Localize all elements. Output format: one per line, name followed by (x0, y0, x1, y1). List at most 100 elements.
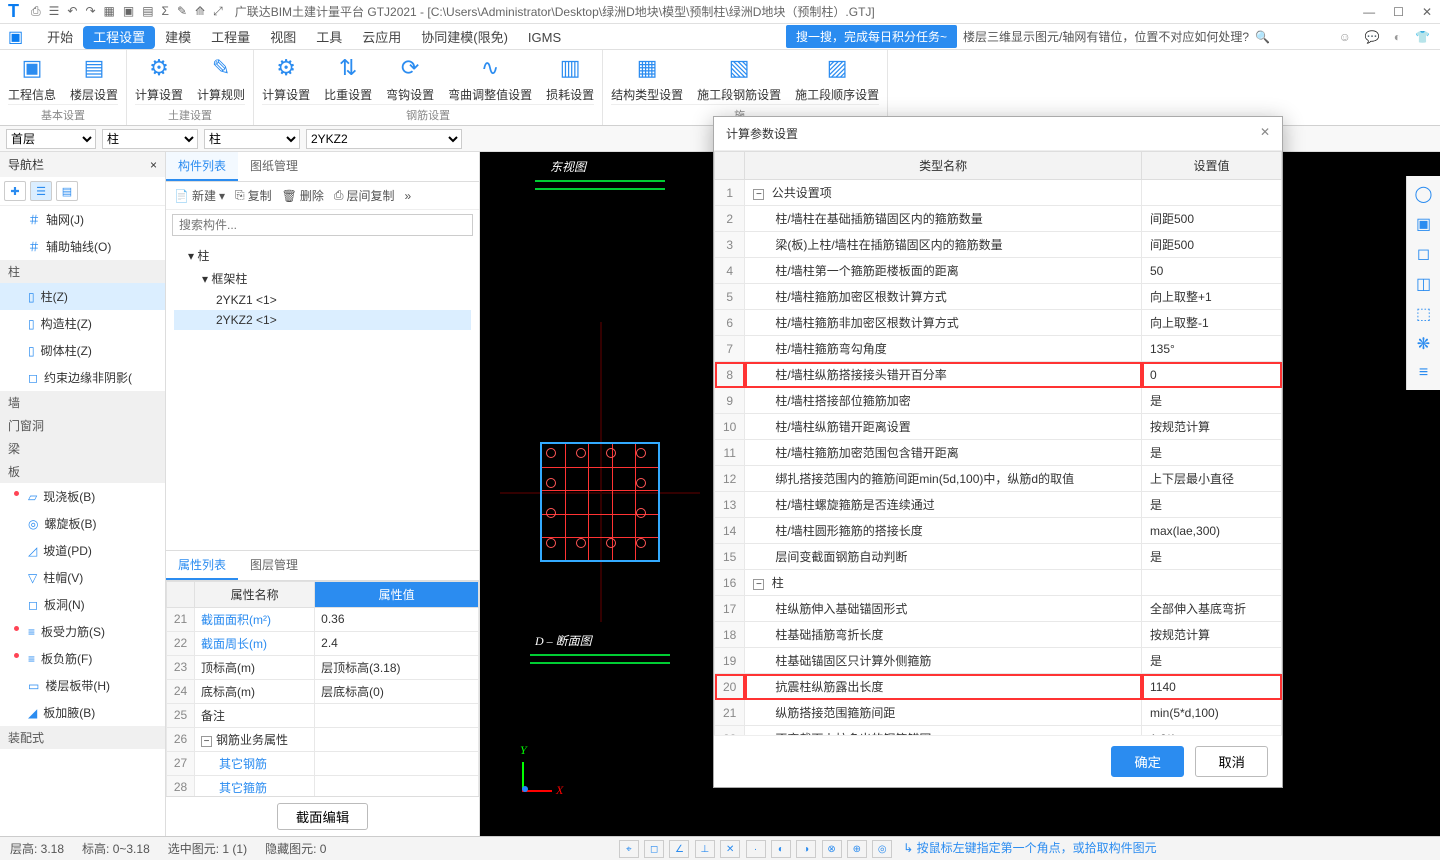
ribbon-button[interactable]: ∿弯曲调整值设置 (448, 54, 532, 104)
nav-item[interactable]: ▯构造柱(Z) (0, 310, 165, 337)
sb-tool[interactable]: ⊕ (847, 840, 867, 858)
collapse-icon[interactable]: × (150, 158, 157, 172)
tree-node[interactable]: ▾ 柱 (174, 244, 471, 267)
search-icon[interactable]: 🔍 (1255, 30, 1270, 44)
param-row[interactable]: 18柱基础插筋弯折长度按规范计算 (715, 622, 1282, 648)
qat-icon[interactable]: ⎙ (31, 4, 41, 19)
prop-row[interactable]: 24底标高(m)层底标高(0) (167, 679, 479, 703)
tool-icon[interactable]: ◻ (1411, 244, 1436, 264)
ribbon-button[interactable]: ⚙计算设置 (135, 54, 183, 104)
param-row[interactable]: 21纵筋搭接范围箍筋间距min(5*d,100) (715, 700, 1282, 726)
prop-row[interactable]: 28其它箍筋 (167, 775, 479, 796)
search-hint[interactable]: 搜一搜，完成每日积分任务~ (786, 25, 957, 48)
qat-icon[interactable]: ▤ (142, 4, 153, 19)
param-row[interactable]: 13柱/墙柱螺旋箍筋是否连续通过是 (715, 492, 1282, 518)
param-row[interactable]: 12绑扎搭接范围内的箍筋间距min(5d,100)中，纵筋d的取值上下层最小直径 (715, 466, 1282, 492)
param-row[interactable]: 19柱基础锚固区只计算外侧箍筋是 (715, 648, 1282, 674)
nav-item[interactable]: ◎螺旋板(B) (0, 510, 165, 537)
close-icon[interactable]: ✕ (1422, 5, 1432, 19)
nav-item[interactable]: ≡板负筋(F) (0, 645, 165, 672)
nav-item[interactable]: ▽柱帽(V) (0, 564, 165, 591)
sb-tool[interactable]: · (746, 840, 766, 858)
tab-component-list[interactable]: 构件列表 (166, 152, 238, 181)
type-select[interactable]: 柱 (204, 129, 300, 149)
view-mode-2[interactable]: ☰ (30, 181, 52, 201)
tool-icon[interactable]: ≡ (1411, 364, 1436, 382)
param-row[interactable]: 11柱/墙柱箍筋加密范围包含错开距离是 (715, 440, 1282, 466)
menu-tab[interactable]: 工程设置 (83, 26, 155, 49)
ribbon-button[interactable]: ▥损耗设置 (546, 54, 594, 104)
param-row[interactable]: 20抗震柱纵筋露出长度1140 (715, 674, 1282, 700)
menu-tab[interactable]: 工程量 (201, 26, 260, 49)
qat-icon[interactable]: ▦ (104, 4, 115, 19)
tree-leaf[interactable]: 2YKZ1 <1> (174, 290, 471, 310)
param-row[interactable]: 9柱/墙柱搭接部位箍筋加密是 (715, 388, 1282, 414)
sb-tool[interactable]: ◑ (796, 840, 816, 858)
dialog-close-icon[interactable]: ✕ (1260, 125, 1270, 142)
param-row[interactable]: 15层间变截面钢筋自动判断是 (715, 544, 1282, 570)
tree-node[interactable]: ▾ 框架柱 (174, 267, 471, 290)
new-button[interactable]: 📄 新建 ▾ (174, 187, 225, 204)
tool-icon[interactable]: ❋ (1411, 334, 1436, 354)
param-row[interactable]: 10柱/墙柱纵筋错开距离设置按规范计算 (715, 414, 1282, 440)
menu-tab[interactable]: 开始 (37, 26, 83, 49)
prop-row[interactable]: 25备注 (167, 703, 479, 727)
param-row[interactable]: 16− 柱 (715, 570, 1282, 596)
param-row[interactable]: 5柱/墙柱箍筋加密区根数计算方式向上取整+1 (715, 284, 1282, 310)
menu-tab[interactable]: 云应用 (352, 26, 411, 49)
nav-item[interactable]: ≡板受力筋(S) (0, 618, 165, 645)
sb-tool[interactable]: ⌖ (619, 840, 639, 858)
qat-icon[interactable]: ☰ (49, 4, 60, 19)
nav-item[interactable]: ▯柱(Z) (0, 283, 165, 310)
tab-drawing-mgmt[interactable]: 图纸管理 (238, 152, 310, 181)
prop-row[interactable]: 23顶标高(m)层顶标高(3.18) (167, 655, 479, 679)
menu-tab[interactable]: 协同建模(限免) (411, 26, 518, 49)
tool-icon[interactable]: ⬚ (1411, 304, 1436, 324)
sb-tool[interactable]: ◎ (872, 840, 892, 858)
ribbon-button[interactable]: ▦结构类型设置 (611, 54, 683, 104)
tool-icon[interactable]: ◯ (1411, 184, 1436, 204)
param-row[interactable]: 4柱/墙柱第一个箍筋距楼板面的距离50 (715, 258, 1282, 284)
qat-icon[interactable]: ▣ (123, 4, 134, 19)
qat-icon[interactable]: ↷ (85, 4, 95, 19)
sb-tool[interactable]: ⊥ (695, 840, 715, 858)
param-row[interactable]: 22不变截面上柱多出的钢筋锚固1.2*Lae (715, 726, 1282, 736)
app-icon[interactable]: ▣ (8, 27, 23, 47)
nav-item[interactable]: ◢板加腋(B) (0, 699, 165, 726)
menu-tab[interactable]: 建模 (155, 26, 201, 49)
nav-item[interactable]: ▱现浇板(B) (0, 483, 165, 510)
cancel-button[interactable]: 取消 (1195, 746, 1268, 777)
layer-copy-button[interactable]: ⎙ 层间复制 (334, 187, 395, 204)
chat-icon[interactable]: 💬 (1365, 30, 1380, 44)
appearance-icon[interactable]: 👕 (1415, 30, 1430, 44)
nav-item[interactable]: ◻约束边缘非阴影( (0, 364, 165, 391)
component-search[interactable] (172, 214, 473, 236)
component-select[interactable]: 2YKZ2 (306, 129, 462, 149)
nav-item[interactable]: ◿坡道(PD) (0, 537, 165, 564)
nav-item[interactable]: ▭楼层板带(H) (0, 672, 165, 699)
skin-icon[interactable]: ◐ (1394, 30, 1401, 44)
prop-row[interactable]: 26−钢筋业务属性 (167, 727, 479, 751)
user-icon[interactable]: ☺ (1339, 30, 1351, 44)
param-row[interactable]: 2柱/墙柱在基础插筋锚固区内的箍筋数量间距500 (715, 206, 1282, 232)
qat-icon[interactable]: ⟰ (195, 4, 205, 19)
param-row[interactable]: 7柱/墙柱箍筋弯勾角度135° (715, 336, 1282, 362)
menu-tab[interactable]: 视图 (260, 26, 306, 49)
sb-tool[interactable]: ◐ (771, 840, 791, 858)
menu-tab[interactable]: 工具 (306, 26, 352, 49)
param-row[interactable]: 3梁(板)上柱/墙柱在插筋锚固区内的箍筋数量间距500 (715, 232, 1282, 258)
minimize-icon[interactable]: — (1363, 5, 1375, 19)
category-select[interactable]: 柱 (102, 129, 198, 149)
param-row[interactable]: 1− 公共设置项 (715, 180, 1282, 206)
more-icon[interactable]: » (405, 189, 412, 203)
sb-tool[interactable]: ✕ (720, 840, 740, 858)
tool-icon[interactable]: ▣ (1411, 214, 1436, 234)
sb-tool[interactable]: ∠ (669, 840, 689, 858)
ribbon-button[interactable]: ▨施工段顺序设置 (795, 54, 879, 104)
tree-leaf[interactable]: 2YKZ2 <1> (174, 310, 471, 330)
qat-icon[interactable]: ↶ (67, 4, 77, 19)
sb-tool[interactable]: ◻ (644, 840, 664, 858)
qat-icon[interactable]: ⤢ (213, 4, 223, 19)
floor-select[interactable]: 首层 (6, 129, 96, 149)
param-row[interactable]: 8柱/墙柱纵筋搭接接头错开百分率0 (715, 362, 1282, 388)
